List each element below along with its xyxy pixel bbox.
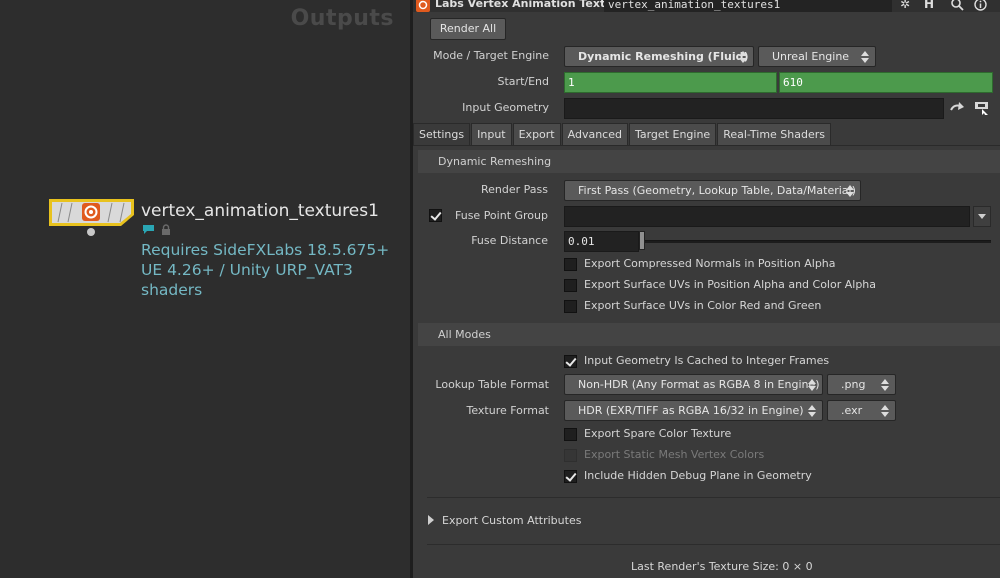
- export-custom-attributes-folder[interactable]: Export Custom Attributes: [427, 510, 1000, 532]
- dynamic-remeshing-section[interactable]: Dynamic Remeshing: [418, 150, 1000, 173]
- node-comment: Requires SideFXLabs 18.5.675+ UE 4.26+ /…: [141, 241, 390, 299]
- updown-arrow-icon: [739, 51, 747, 63]
- fuse-distance-field[interactable]: 0.01: [564, 231, 639, 252]
- triangle-right-icon: [428, 515, 434, 525]
- group-menu-button[interactable]: [973, 206, 991, 227]
- cached-integer-frames-checkbox[interactable]: [564, 355, 577, 368]
- texture-format-menu[interactable]: HDR (EXR/TIFF as RGBA 16/32 in Engine): [564, 400, 823, 421]
- start-frame-field[interactable]: 1: [564, 72, 777, 93]
- spare-color-texture-checkbox[interactable]: [564, 428, 577, 441]
- static-mesh-vertex-colors-checkbox: [564, 449, 577, 462]
- tab-divider: [413, 145, 1000, 146]
- texture-ext-menu[interactable]: .exr: [827, 400, 896, 421]
- fuse-distance-slider-handle[interactable]: [639, 231, 645, 250]
- start-end-label: Start/End: [497, 75, 549, 88]
- debug-plane-label: Include Hidden Debug Plane in Geometry: [584, 469, 812, 482]
- tab-advanced[interactable]: Advanced: [561, 123, 628, 145]
- surface-uvs-position-checkbox[interactable]: [564, 279, 577, 292]
- all-modes-section[interactable]: All Modes: [418, 323, 1000, 346]
- export-custom-attributes-label: Export Custom Attributes: [442, 514, 582, 527]
- fuse-point-group-field[interactable]: [564, 206, 970, 227]
- surface-uvs-color-checkbox[interactable]: [564, 300, 577, 313]
- end-frame-field[interactable]: 610: [779, 72, 993, 93]
- tab-target-engine[interactable]: Target Engine: [628, 123, 717, 145]
- render-pass-menu[interactable]: First Pass (Geometry, Lookup Table, Data…: [564, 180, 861, 201]
- fuse-point-group-label: Fuse Point Group: [455, 209, 548, 222]
- gear-icon[interactable]: ✲: [900, 0, 910, 11]
- surface-uvs-color-label: Export Surface UVs in Color Red and Gree…: [584, 299, 822, 312]
- texture-ext-value: .exr: [841, 404, 863, 417]
- spare-color-texture-label: Export Spare Color Texture: [584, 427, 732, 440]
- sidefx-labs-icon: [416, 0, 430, 12]
- comment-icon[interactable]: [142, 224, 155, 238]
- cached-integer-frames-label: Input Geometry Is Cached to Integer Fram…: [584, 354, 830, 367]
- texture-format-value: HDR (EXR/TIFF as RGBA 16/32 in Engine): [578, 404, 804, 417]
- network-view[interactable]: Outputs vertex_animation_textures1 Requi…: [0, 0, 410, 578]
- separator: [427, 544, 1000, 545]
- chevron-down-icon: [978, 214, 986, 219]
- parameter-pane: Labs Vertex Animation Textures vertex_an…: [413, 0, 1000, 578]
- updown-arrow-icon: [808, 405, 816, 417]
- fuse-distance-label: Fuse Distance: [471, 234, 548, 247]
- fuse-distance-slider-track[interactable]: [645, 240, 991, 243]
- tab-input[interactable]: Input: [471, 123, 512, 145]
- render-all-button[interactable]: Render All: [430, 18, 506, 40]
- node-chooser-icon[interactable]: [974, 100, 990, 119]
- updown-arrow-icon: [881, 405, 889, 417]
- compressed-normals-label: Export Compressed Normals in Position Al…: [584, 257, 836, 270]
- mode-menu-value: Dynamic Remeshing (Fluid): [578, 50, 749, 63]
- surface-uvs-position-label: Export Surface UVs in Position Alpha and…: [584, 278, 877, 291]
- node-name-field[interactable]: vertex_animation_textures1: [604, 0, 892, 12]
- mode-label: Mode / Target Engine: [433, 49, 549, 62]
- node-name[interactable]: vertex_animation_textures1: [141, 201, 379, 221]
- parameter-tabs: Settings Input Export Advanced Target En…: [413, 123, 832, 145]
- lookup-table-format-value: Non-HDR (Any Format as RGBA 8 in Engine): [578, 378, 820, 391]
- updown-arrow-icon: [881, 379, 889, 391]
- node-tile[interactable]: [48, 198, 135, 227]
- lookup-table-format-menu[interactable]: Non-HDR (Any Format as RGBA 8 in Engine): [564, 374, 823, 395]
- jump-to-icon[interactable]: [950, 101, 965, 118]
- mode-menu[interactable]: Dynamic Remeshing (Fluid): [564, 46, 754, 67]
- tab-settings[interactable]: Settings: [413, 123, 471, 145]
- info-icon[interactable]: [974, 0, 987, 12]
- lock-icon[interactable]: [161, 224, 171, 238]
- updown-arrow-icon: [846, 185, 854, 197]
- node-flags: [142, 224, 171, 238]
- updown-arrow-icon: [861, 51, 869, 63]
- lookup-table-ext-value: .png: [841, 378, 866, 391]
- parameter-header: Labs Vertex Animation Textures vertex_an…: [413, 0, 1000, 12]
- search-icon[interactable]: [951, 0, 964, 12]
- lookup-table-format-label: Lookup Table Format: [435, 378, 549, 391]
- texture-format-label: Texture Format: [466, 404, 549, 417]
- tab-real-time-shaders[interactable]: Real-Time Shaders: [717, 123, 831, 145]
- lookup-table-ext-menu[interactable]: .png: [827, 374, 896, 395]
- target-engine-value: Unreal Engine: [772, 50, 850, 63]
- render-pass-value: First Pass (Geometry, Lookup Table, Data…: [578, 184, 856, 197]
- updown-arrow-icon: [808, 379, 816, 391]
- debug-plane-checkbox[interactable]: [564, 470, 577, 483]
- network-context-label: Outputs: [290, 6, 394, 31]
- static-mesh-vertex-colors-label: Export Static Mesh Vertex Colors: [584, 448, 765, 461]
- compressed-normals-checkbox[interactable]: [564, 258, 577, 271]
- node-output-connector[interactable]: [87, 228, 95, 236]
- last-render-size-label: Last Render's Texture Size: 0 × 0: [631, 560, 813, 573]
- tab-export[interactable]: Export: [512, 123, 561, 145]
- help-icon[interactable]: H: [924, 0, 934, 11]
- separator: [427, 497, 1000, 498]
- render-pass-label: Render Pass: [481, 183, 548, 196]
- sidefx-labs-icon: [81, 202, 101, 222]
- node-type-label: Labs Vertex Animation Textures: [435, 0, 633, 10]
- target-engine-menu[interactable]: Unreal Engine: [758, 46, 876, 67]
- input-geometry-field[interactable]: [564, 98, 944, 119]
- input-geometry-label: Input Geometry: [462, 101, 549, 114]
